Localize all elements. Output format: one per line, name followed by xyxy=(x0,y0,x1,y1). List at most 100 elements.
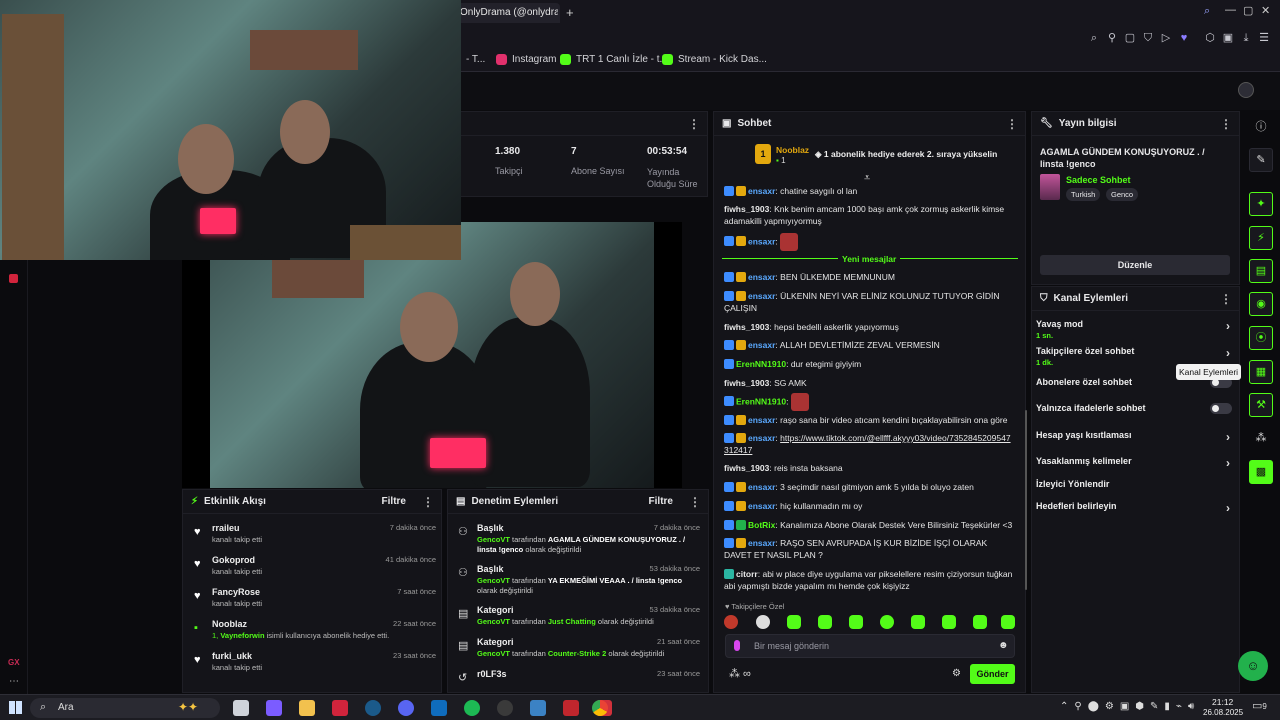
channel-action-item[interactable]: Hesap yaşı kısıtlaması › xyxy=(1036,430,1232,444)
moderation-item[interactable]: ⚇ Başlık GencoVT tarafından AGAMLA GÜNDEM … xyxy=(452,523,704,555)
pin-icon[interactable]: ⚲ xyxy=(1106,32,1118,44)
scroll-down-icon[interactable]: ⩡ xyxy=(864,172,870,185)
bookmark-instagram[interactable]: Instagram xyxy=(496,54,556,65)
stream-preview-video[interactable] xyxy=(182,222,682,488)
chat-username[interactable]: ensaxr xyxy=(748,291,775,301)
moderation-item[interactable]: ↺ r0LF3s 23 saat önce xyxy=(452,669,704,684)
snapshot-icon[interactable]: ▢ xyxy=(1124,32,1136,44)
activity-menu-icon[interactable]: ⋮ xyxy=(422,495,434,509)
tag-turkish[interactable]: Turkish xyxy=(1066,188,1101,201)
zoom-icon[interactable]: ⌕ xyxy=(1088,32,1100,44)
emote-icon[interactable] xyxy=(787,615,801,629)
gx-icon[interactable]: GX xyxy=(8,658,20,667)
moderation-actor[interactable]: GencoVT xyxy=(477,649,510,658)
stream-info-menu-icon[interactable]: ⋮ xyxy=(1220,117,1232,131)
emote-icon[interactable] xyxy=(911,615,925,629)
target-icon[interactable]: ✦ xyxy=(1249,192,1273,216)
opera-icon[interactable] xyxy=(332,700,348,716)
activity-item[interactable]: ▪ Nooblaz 1, Vayneforwin isimli kullanıcıy… xyxy=(190,619,440,645)
wallet-icon[interactable]: ▣ xyxy=(1222,32,1234,44)
chat-username[interactable]: citorr xyxy=(736,569,758,579)
clipboard-icon[interactable]: ▤ xyxy=(1249,259,1273,283)
taskbar-time[interactable]: 21:12 xyxy=(1212,697,1233,707)
emote-icon[interactable] xyxy=(724,615,738,629)
chrome-icon[interactable] xyxy=(592,700,608,716)
minimize-icon[interactable]: — xyxy=(1225,4,1236,16)
moderation-actor[interactable]: GencoVT xyxy=(477,535,510,544)
app-red-icon[interactable] xyxy=(563,700,579,716)
more-icon[interactable]: ⋯ xyxy=(9,676,19,687)
chat-username[interactable]: ensaxr xyxy=(748,433,775,443)
mic-icon[interactable] xyxy=(734,640,740,651)
people-icon[interactable]: ⁂ xyxy=(1249,427,1273,451)
tag-genco[interactable]: Genco xyxy=(1106,188,1139,201)
download-icon[interactable]: ⤓ xyxy=(1240,32,1252,44)
chat-username[interactable]: ErenNN1910 xyxy=(736,396,786,406)
emote-icon[interactable] xyxy=(818,615,832,629)
windows-start-icon[interactable] xyxy=(9,701,22,714)
wrench-icon[interactable]: ⚒ xyxy=(1249,393,1273,417)
emote-icon[interactable] xyxy=(942,615,956,629)
heart-icon[interactable]: ♥ xyxy=(1178,32,1190,44)
extensions-icon[interactable]: ⬡ xyxy=(1204,32,1216,44)
bookmark-kick[interactable]: Stream - Kick Das... xyxy=(662,54,767,65)
moderation-actor[interactable]: GencoVT xyxy=(477,576,510,585)
browser-tab-active[interactable]: OnlyDrama (@onlydrama... xyxy=(452,3,560,23)
chat-username[interactable]: ensaxr xyxy=(748,340,775,350)
stats-menu-icon[interactable]: ⋮ xyxy=(688,117,700,131)
bookmark-0[interactable]: - T... xyxy=(466,54,485,65)
files-icon[interactable] xyxy=(299,700,315,716)
channel-action-item[interactable]: Hedefleri belirleyin › xyxy=(1036,501,1232,515)
outlook-icon[interactable] xyxy=(431,700,447,716)
channel-action-item[interactable]: Yasaklanmış kelimeler › xyxy=(1036,456,1232,470)
moderation-item[interactable]: ▤ Kategori GencoVT tarafından Counter-Stri… xyxy=(452,637,704,659)
stream-category[interactable]: Sadece Sohbet xyxy=(1066,175,1131,185)
app-blue-icon[interactable] xyxy=(530,700,546,716)
moderation-item[interactable]: ⚇ Başlık GencoVT tarafından YA EKMEĞİMİ VE… xyxy=(452,564,704,596)
maximize-icon[interactable]: ▢ xyxy=(1243,4,1253,17)
moderation-actor[interactable]: GencoVT xyxy=(477,617,510,626)
chat-pinned-leaderboard[interactable]: 1 Nooblaz ▪ 1 ◈ 1 abonelik hediye ederek… xyxy=(755,144,997,168)
chat-bubble-icon[interactable]: ◉ xyxy=(1249,292,1273,316)
spotify-icon[interactable] xyxy=(464,700,480,716)
emote-icon[interactable] xyxy=(1001,615,1015,629)
close-icon[interactable]: ✕ xyxy=(1261,4,1270,17)
steam-icon[interactable] xyxy=(365,700,381,716)
chat-username[interactable]: fiwhs_1903 xyxy=(724,378,769,388)
notification-icon[interactable]: ▭9 xyxy=(1252,699,1267,712)
chat-username[interactable]: fiwhs_1903 xyxy=(724,463,769,473)
chat-username[interactable]: fiwhs_1903 xyxy=(724,204,769,214)
activity-item[interactable]: ♥ Gokoprod kanalı takip etti 41 dakika önce xyxy=(190,555,440,581)
edit-button[interactable]: Düzenle xyxy=(1040,255,1230,275)
broadcast-icon[interactable]: ⦿ xyxy=(1249,326,1273,350)
chat-username[interactable]: BotRix xyxy=(748,520,775,530)
moderation-filter-button[interactable]: Filtre xyxy=(649,496,673,507)
emote-icon[interactable] xyxy=(849,615,863,629)
obs-icon[interactable] xyxy=(497,700,513,716)
chat-username[interactable]: ensaxr xyxy=(748,415,775,425)
moderation-menu-icon[interactable]: ⋮ xyxy=(689,495,701,509)
chat-username[interactable]: ensaxr xyxy=(748,538,775,548)
bookmark-trt[interactable]: TRT 1 Canlı İzle - t... xyxy=(560,54,668,65)
chat-menu-icon[interactable]: ⋮ xyxy=(1006,117,1018,131)
emote-icon[interactable] xyxy=(880,615,894,629)
chat-username[interactable]: ensaxr xyxy=(748,186,775,196)
channel-actions-menu-icon[interactable]: ⋮ xyxy=(1220,292,1232,306)
chat-settings-icon[interactable]: ⚙ xyxy=(952,668,961,679)
play-icon[interactable]: ▷ xyxy=(1160,32,1172,44)
chat-username[interactable]: ensaxr xyxy=(748,272,775,282)
pencil-icon[interactable]: ✎ xyxy=(1249,148,1273,172)
activity-filter-button[interactable]: Filtre xyxy=(382,496,406,507)
info-icon[interactable]: ⓘ xyxy=(1249,116,1273,140)
shield-icon[interactable]: ⛉ xyxy=(1142,32,1154,44)
send-button[interactable]: Gönder xyxy=(970,664,1015,684)
activity-sub-user[interactable]: Vayneforwin xyxy=(220,631,264,640)
clapper-icon[interactable]: ▩ xyxy=(1249,460,1273,484)
copilot-icon[interactable] xyxy=(266,700,282,716)
user-avatar[interactable] xyxy=(1238,82,1254,98)
taskbar-date[interactable]: 26.08.2025 xyxy=(1203,708,1243,717)
chat-username[interactable]: fiwhs_1903 xyxy=(724,322,769,332)
chat-input[interactable]: Bir mesaj gönderin ☻ xyxy=(725,634,1015,658)
activity-item[interactable]: ♥ FancyRose kanalı takip etti 7 saat önce xyxy=(190,587,440,613)
channel-action-item[interactable]: Yavaş mod 1 sn. › xyxy=(1036,319,1232,340)
